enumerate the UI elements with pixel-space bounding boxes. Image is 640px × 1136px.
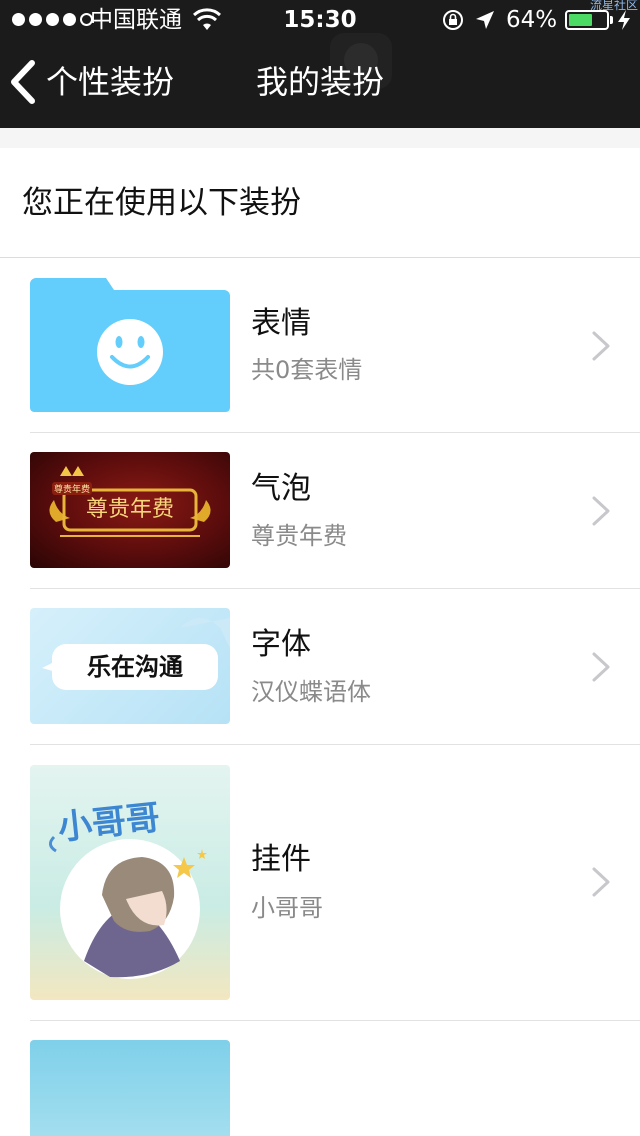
- section-header: 您正在使用以下装扮: [0, 148, 640, 258]
- watermark: 流星社区: [589, 0, 638, 12]
- chevron-right-icon: [592, 867, 610, 897]
- list-item-bubble[interactable]: 尊贵年费 尊贵年费 气泡 尊贵年费: [30, 433, 640, 589]
- battery-level: [569, 14, 592, 26]
- battery-icon: [565, 10, 609, 30]
- item-title: 挂件: [251, 842, 311, 877]
- item-subtitle: 共0套表情: [251, 356, 363, 384]
- section-spacer: [0, 128, 640, 148]
- section-title: 您正在使用以下装扮: [22, 184, 301, 221]
- list-item-emoji[interactable]: 表情 共0套表情: [30, 258, 640, 433]
- item-title: 字体: [251, 627, 311, 662]
- battery-tip: [610, 16, 613, 24]
- rotation-lock-icon: [443, 10, 463, 30]
- font-sample-text: 乐在沟通: [87, 652, 183, 681]
- status-bar: 中国联通 15:30 64% 流星社区: [0, 0, 640, 40]
- font-thumbnail: 乐在沟通: [30, 608, 230, 724]
- content-area: 您正在使用以下装扮 表情 共0套表情 尊贵年费 尊贵年费 气泡 尊贵年费 乐在沟…: [0, 128, 640, 1136]
- chevron-right-icon: [592, 331, 610, 361]
- partial-thumbnail: [30, 1040, 230, 1136]
- list-item-partial[interactable]: [30, 1021, 640, 1136]
- folder-smiley-icon: [30, 278, 230, 412]
- battery-percent: 64%: [506, 7, 558, 33]
- item-subtitle: 汉仪蝶语体: [251, 678, 371, 706]
- charging-bolt-icon: [618, 10, 630, 30]
- item-subtitle: 小哥哥: [251, 894, 323, 922]
- bubble-thumbnail: 尊贵年费 尊贵年费: [30, 452, 230, 568]
- navigation-bar: 个性装扮 我的装扮: [0, 40, 640, 128]
- bubble-thumb-text: 尊贵年费: [85, 497, 174, 522]
- chevron-right-icon: [592, 496, 610, 526]
- chevron-right-icon: [592, 652, 610, 682]
- location-icon: [476, 11, 494, 29]
- top-bar: 中国联通 15:30 64% 流星社区 个性装扮 我的装扮: [0, 0, 640, 128]
- pendant-thumbnail: 小哥哥: [30, 765, 230, 1000]
- item-title: 表情: [251, 306, 311, 341]
- emoji-thumbnail: [30, 278, 230, 412]
- page-title: 我的装扮: [255, 63, 384, 101]
- list-item-font[interactable]: 乐在沟通 字体 汉仪蝶语体: [30, 589, 640, 745]
- list-item-pendant[interactable]: 小哥哥 挂件 小哥哥: [30, 745, 640, 1021]
- vip-badge: 尊贵年费: [52, 482, 93, 495]
- item-subtitle: 尊贵年费: [251, 522, 347, 550]
- item-title: 气泡: [251, 471, 311, 506]
